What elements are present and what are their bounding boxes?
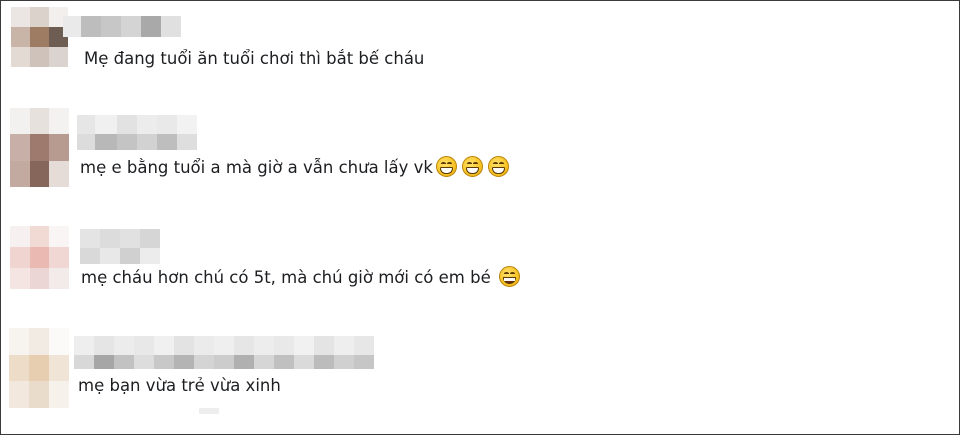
comment-text-content: mẹ bạn vừa trẻ vừa xinh: [78, 376, 281, 395]
commenter-name[interactable]: [77, 115, 197, 135]
avatar[interactable]: [10, 108, 69, 187]
comment-item: mẹ cháu hơn chú có 5t, mà chú giờ mới có…: [1, 211, 941, 316]
comment-footer: [199, 408, 219, 414]
comment-item: mẹ e bằng tuổi a mà giờ a vẫn chưa lấy v…: [1, 101, 941, 211]
comment-text-content: mẹ e bằng tuổi a mà giờ a vẫn chưa lấy v…: [80, 158, 433, 177]
comment-text: mẹ e bằng tuổi a mà giờ a vẫn chưa lấy v…: [80, 156, 509, 179]
grin-icon: [487, 156, 509, 177]
grin-icon: [435, 156, 457, 177]
comment-item: Mẹ đang tuổi ăn tuổi chơi thì bắt bế chá…: [1, 1, 941, 101]
avatar[interactable]: [11, 7, 68, 67]
laugh-icon: [498, 266, 520, 287]
avatar[interactable]: [10, 226, 69, 289]
commenter-name[interactable]: [63, 16, 181, 37]
comment-thread: Mẹ đang tuổi ăn tuổi chơi thì bắt bế chá…: [0, 0, 960, 435]
avatar[interactable]: [9, 328, 69, 408]
commenter-name-line: [77, 134, 197, 150]
commenter-name-line: [80, 248, 160, 264]
commenter-name-line: [74, 355, 374, 369]
commenter-name[interactable]: [74, 336, 374, 356]
comment-item: mẹ bạn vừa trẻ vừa xinh: [1, 316, 941, 434]
comment-text: Mẹ đang tuổi ăn tuổi chơi thì bắt bế chá…: [84, 48, 424, 70]
grin-icon: [461, 156, 483, 177]
comment-text-content: Mẹ đang tuổi ăn tuổi chơi thì bắt bế chá…: [84, 49, 425, 68]
comment-text-content: mẹ cháu hơn chú có 5t, mà chú giờ mới có…: [81, 268, 491, 287]
commenter-name[interactable]: [80, 229, 160, 249]
comment-text: mẹ bạn vừa trẻ vừa xinh: [78, 375, 281, 397]
comment-text: mẹ cháu hơn chú có 5t, mà chú giờ mới có…: [81, 266, 520, 289]
